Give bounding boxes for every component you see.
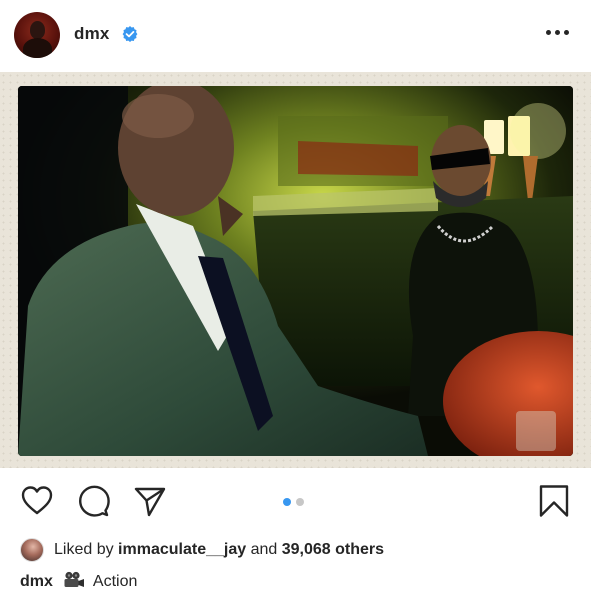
glass [516,411,556,451]
carousel-dot [296,498,304,506]
likes-prefix: Liked by [54,541,114,558]
photo-illustration [18,86,573,456]
liker-avatar[interactable] [20,538,44,562]
more-dot [546,30,551,35]
post-header: dmx [0,0,591,72]
candle-glow [510,103,566,159]
more-dot [564,30,569,35]
carousel-dot-active [283,498,291,506]
likes-row: Liked by immaculate__jay and 39,068 othe… [20,538,580,562]
bar-counter [298,141,418,176]
liker-username[interactable]: immaculate__jay [118,541,246,558]
likes-middle: and [250,541,278,558]
likes-text: Liked by immaculate__jay and 39,068 othe… [54,541,384,559]
send-icon[interactable] [133,484,167,518]
bookmark-icon[interactable] [537,484,571,518]
caption-username[interactable]: dmx [20,573,53,590]
left-man-head-highlight [122,94,194,138]
caption: dmx Action [20,571,137,591]
post-username[interactable]: dmx [74,24,110,44]
post-photo-frame [0,72,591,468]
avatar-head [30,21,45,39]
heart-icon[interactable] [20,484,54,518]
more-dot [555,30,560,35]
post-photo[interactable] [18,86,573,456]
more-options-icon[interactable] [546,30,570,38]
avatar-shoulders [23,38,52,58]
comment-icon[interactable] [77,484,111,518]
profile-avatar[interactable] [14,12,60,58]
verified-badge-icon [122,26,138,42]
likes-count[interactable]: 39,068 others [282,541,384,558]
caption-text: Action [92,573,138,590]
movie-camera-icon [64,571,85,587]
